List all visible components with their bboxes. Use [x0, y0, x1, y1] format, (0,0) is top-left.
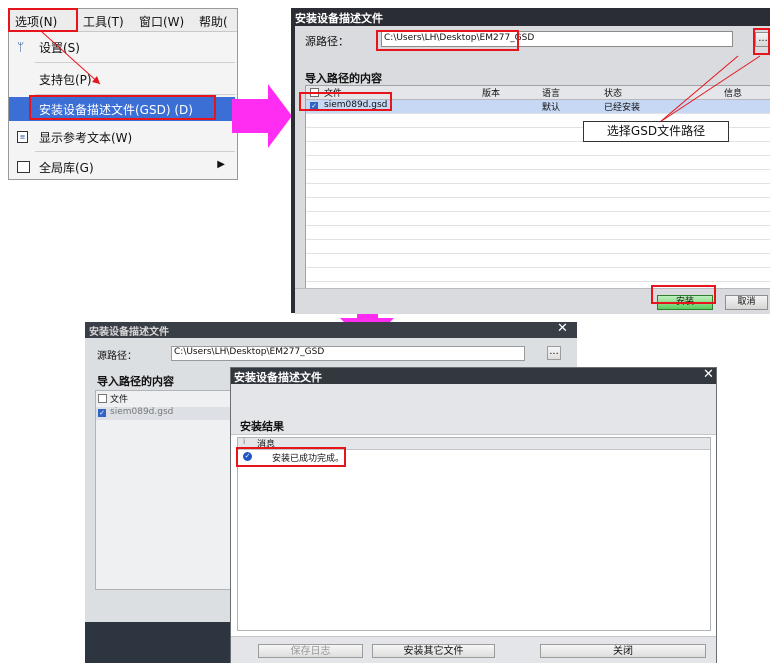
info-icon: i [243, 437, 246, 446]
source-path-value: C:\Users\LH\Desktop\EM277_GSD [174, 347, 325, 357]
dialog-titlebar: 安装设备描述文件 ✕ [231, 367, 716, 384]
dialog-footer: 保存日志 安装其它文件 关闭 [231, 636, 716, 663]
dialog-title: 安装设备描述文件 [234, 371, 322, 384]
highlight-result-message [236, 447, 346, 467]
dark-footer-band [85, 622, 230, 663]
row-file: siem089d.gsd [110, 407, 174, 417]
close-icon[interactable]: ✕ [703, 367, 714, 382]
section-title: 导入路径的内容 [97, 375, 174, 388]
select-all-checkbox[interactable] [98, 394, 107, 403]
section-title: 安装结果 [240, 420, 284, 433]
save-log-button[interactable]: 保存日志 [258, 644, 363, 658]
file-table: 文件 ✓ siem089d.gsd [95, 390, 232, 590]
close-button[interactable]: 关闭 [540, 644, 706, 658]
callout-box: 选择GSD文件路径 [583, 121, 729, 142]
source-path-input[interactable]: C:\Users\LH\Desktop\EM277_GSD [171, 346, 525, 361]
browse-button[interactable]: ... [547, 346, 561, 360]
close-icon[interactable]: ✕ [557, 321, 568, 336]
dialog-title: 安装设备描述文件 [89, 327, 169, 338]
install-result-dialog: 安装设备描述文件 ✕ 安装结果 i 消息 ✓ 安装已成功完成。 保存日志 安装其… [230, 367, 717, 663]
dialog-titlebar: 安装设备描述文件 ✕ [85, 321, 577, 338]
table-row[interactable]: ✓ siem089d.gsd [96, 407, 231, 420]
source-path-label: 源路径： [97, 351, 137, 362]
install-other-files-button[interactable]: 安装其它文件 [372, 644, 495, 658]
column-file: 文件 [110, 395, 129, 405]
row-checkbox[interactable]: ✓ [98, 409, 106, 417]
dialog-header-band [231, 384, 716, 435]
